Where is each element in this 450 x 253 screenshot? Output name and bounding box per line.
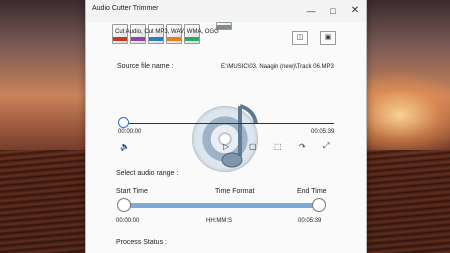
time-format-value: HH:MM:S [206, 218, 232, 224]
current-time: 00:00:00 [118, 129, 142, 135]
play-icon[interactable]: ▷ [223, 142, 229, 151]
stop-icon[interactable]: ▢ [249, 142, 257, 151]
minimize-icon[interactable]: — [300, 0, 322, 22]
save-icon: ▣ [324, 34, 332, 41]
repeat-icon[interactable]: ↷ [299, 142, 306, 151]
start-time-label: Start Time [116, 188, 148, 195]
total-time: 00:05:39 [311, 129, 335, 135]
audio-range-track[interactable] [124, 203, 320, 208]
save-button[interactable]: ▣ [320, 31, 336, 45]
range-start-thumb[interactable] [117, 198, 131, 212]
open-file-icon: ◫ [296, 34, 304, 41]
open-file-button[interactable]: ◫ [292, 31, 308, 45]
end-time-label: End Time [297, 188, 327, 195]
source-file-path: E:\MUSIC\03. Naagin (new)\Track 06.MP3 [221, 64, 334, 70]
start-time-value: 00:00:00 [116, 218, 140, 224]
select-range-label: Select audio range : [116, 170, 179, 177]
main-content: Cut Audio, Cut MP3, WAV, WMA, OGG ◫ ▣ So… [86, 22, 366, 253]
end-time-value: 00:05:39 [298, 218, 322, 224]
volume-icon[interactable]: 🔈 [120, 142, 130, 151]
loop-icon[interactable]: ⬚ [274, 142, 282, 151]
app-tagline: Cut Audio, Cut MP3, WAV, WMA, OGG [115, 29, 219, 35]
process-status-label: Process Status : [116, 239, 167, 246]
music-note-icon [221, 104, 258, 168]
playback-progress-thumb[interactable] [118, 117, 129, 128]
maximize-icon[interactable]: □ [322, 0, 344, 22]
title-bar[interactable]: Audio Cutter Trimmer — □ ✕ [86, 0, 366, 22]
expand-icon[interactable]: ⤢ [323, 141, 329, 151]
source-file-label: Source file name : [117, 63, 174, 70]
time-format-label: Time Format [215, 188, 255, 195]
playback-progress-track[interactable] [124, 123, 334, 124]
close-icon[interactable]: ✕ [344, 0, 366, 22]
range-end-thumb[interactable] [312, 198, 326, 212]
window-title: Audio Cutter Trimmer [92, 5, 159, 12]
app-window: Audio Cutter Trimmer — □ ✕ Cut Audio, Cu… [85, 0, 367, 253]
